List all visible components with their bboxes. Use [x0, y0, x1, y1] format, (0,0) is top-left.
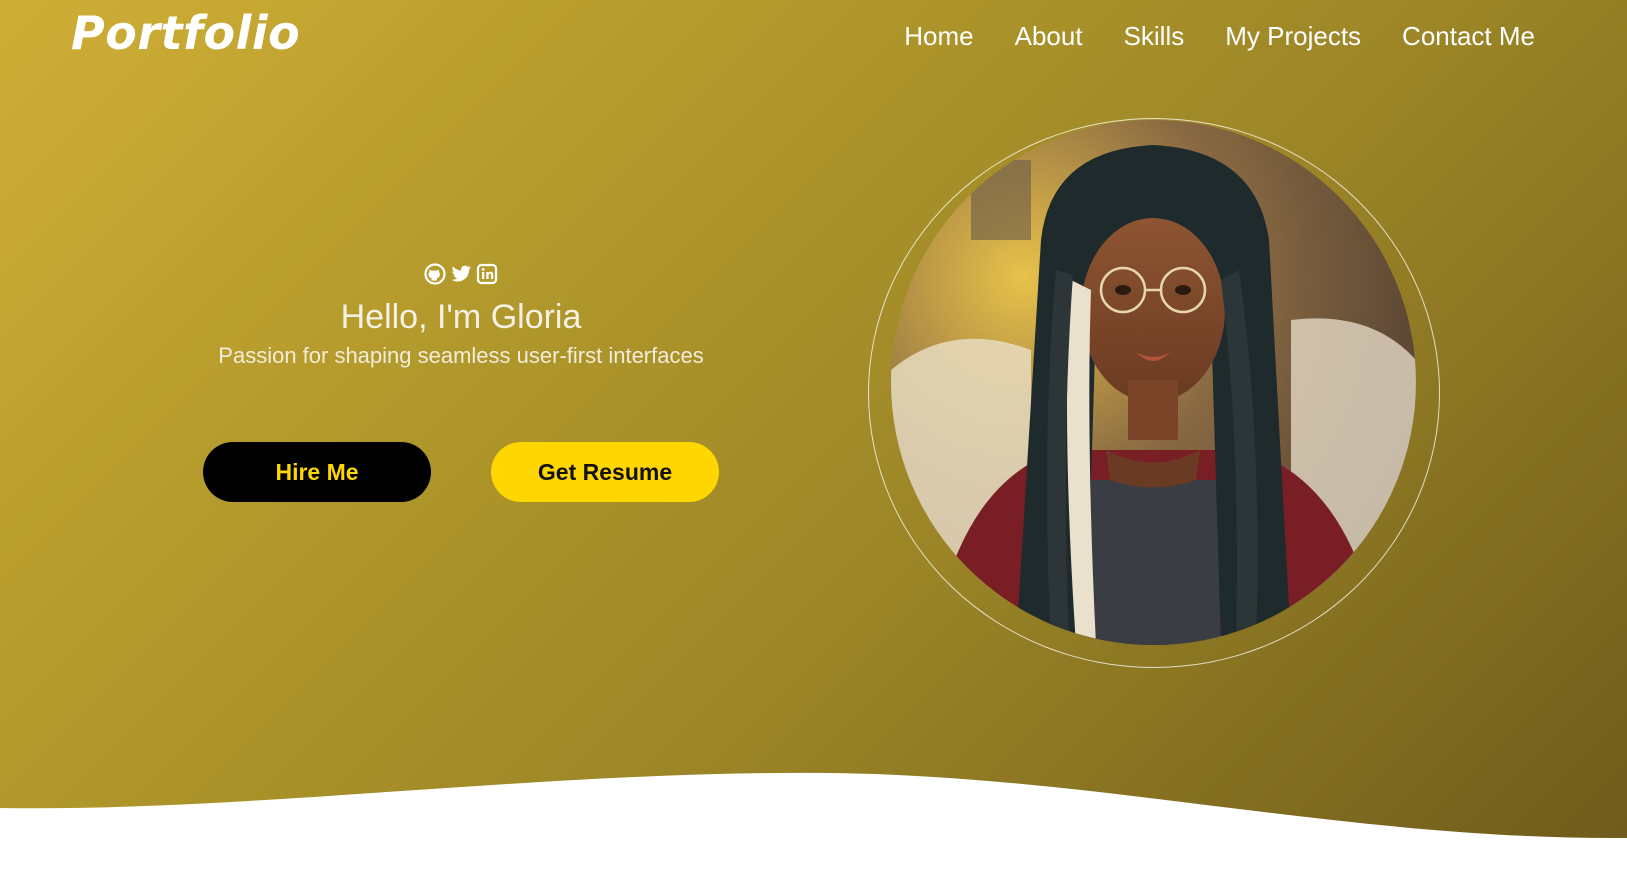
nav-link-about[interactable]: About: [1015, 18, 1083, 54]
greeting-heading: Hello, I'm Gloria: [340, 298, 582, 336]
linkedin-icon[interactable]: [475, 262, 499, 288]
intro-block: Hello, I'm Gloria Passion for shaping se…: [180, 262, 742, 370]
nav-link-contact[interactable]: Contact Me: [1402, 18, 1535, 54]
profile-avatar-image: [891, 120, 1416, 645]
hire-me-button[interactable]: Hire Me: [203, 442, 431, 502]
main-nav: Home About Skills My Projects Contact Me: [863, 18, 1535, 54]
get-resume-button[interactable]: Get Resume: [491, 442, 719, 502]
twitter-icon[interactable]: [449, 262, 473, 288]
site-logo[interactable]: Portfolio: [71, 6, 300, 60]
nav-link-home[interactable]: Home: [904, 18, 973, 54]
github-icon[interactable]: [423, 262, 447, 288]
nav-link-skills[interactable]: Skills: [1124, 18, 1185, 54]
nav-link-projects[interactable]: My Projects: [1225, 18, 1361, 54]
social-links: [180, 262, 742, 288]
tagline-text: Passion for shaping seamless user-first …: [218, 343, 704, 368]
hero-section: Portfolio Home About Skills My Projects …: [0, 0, 1627, 880]
